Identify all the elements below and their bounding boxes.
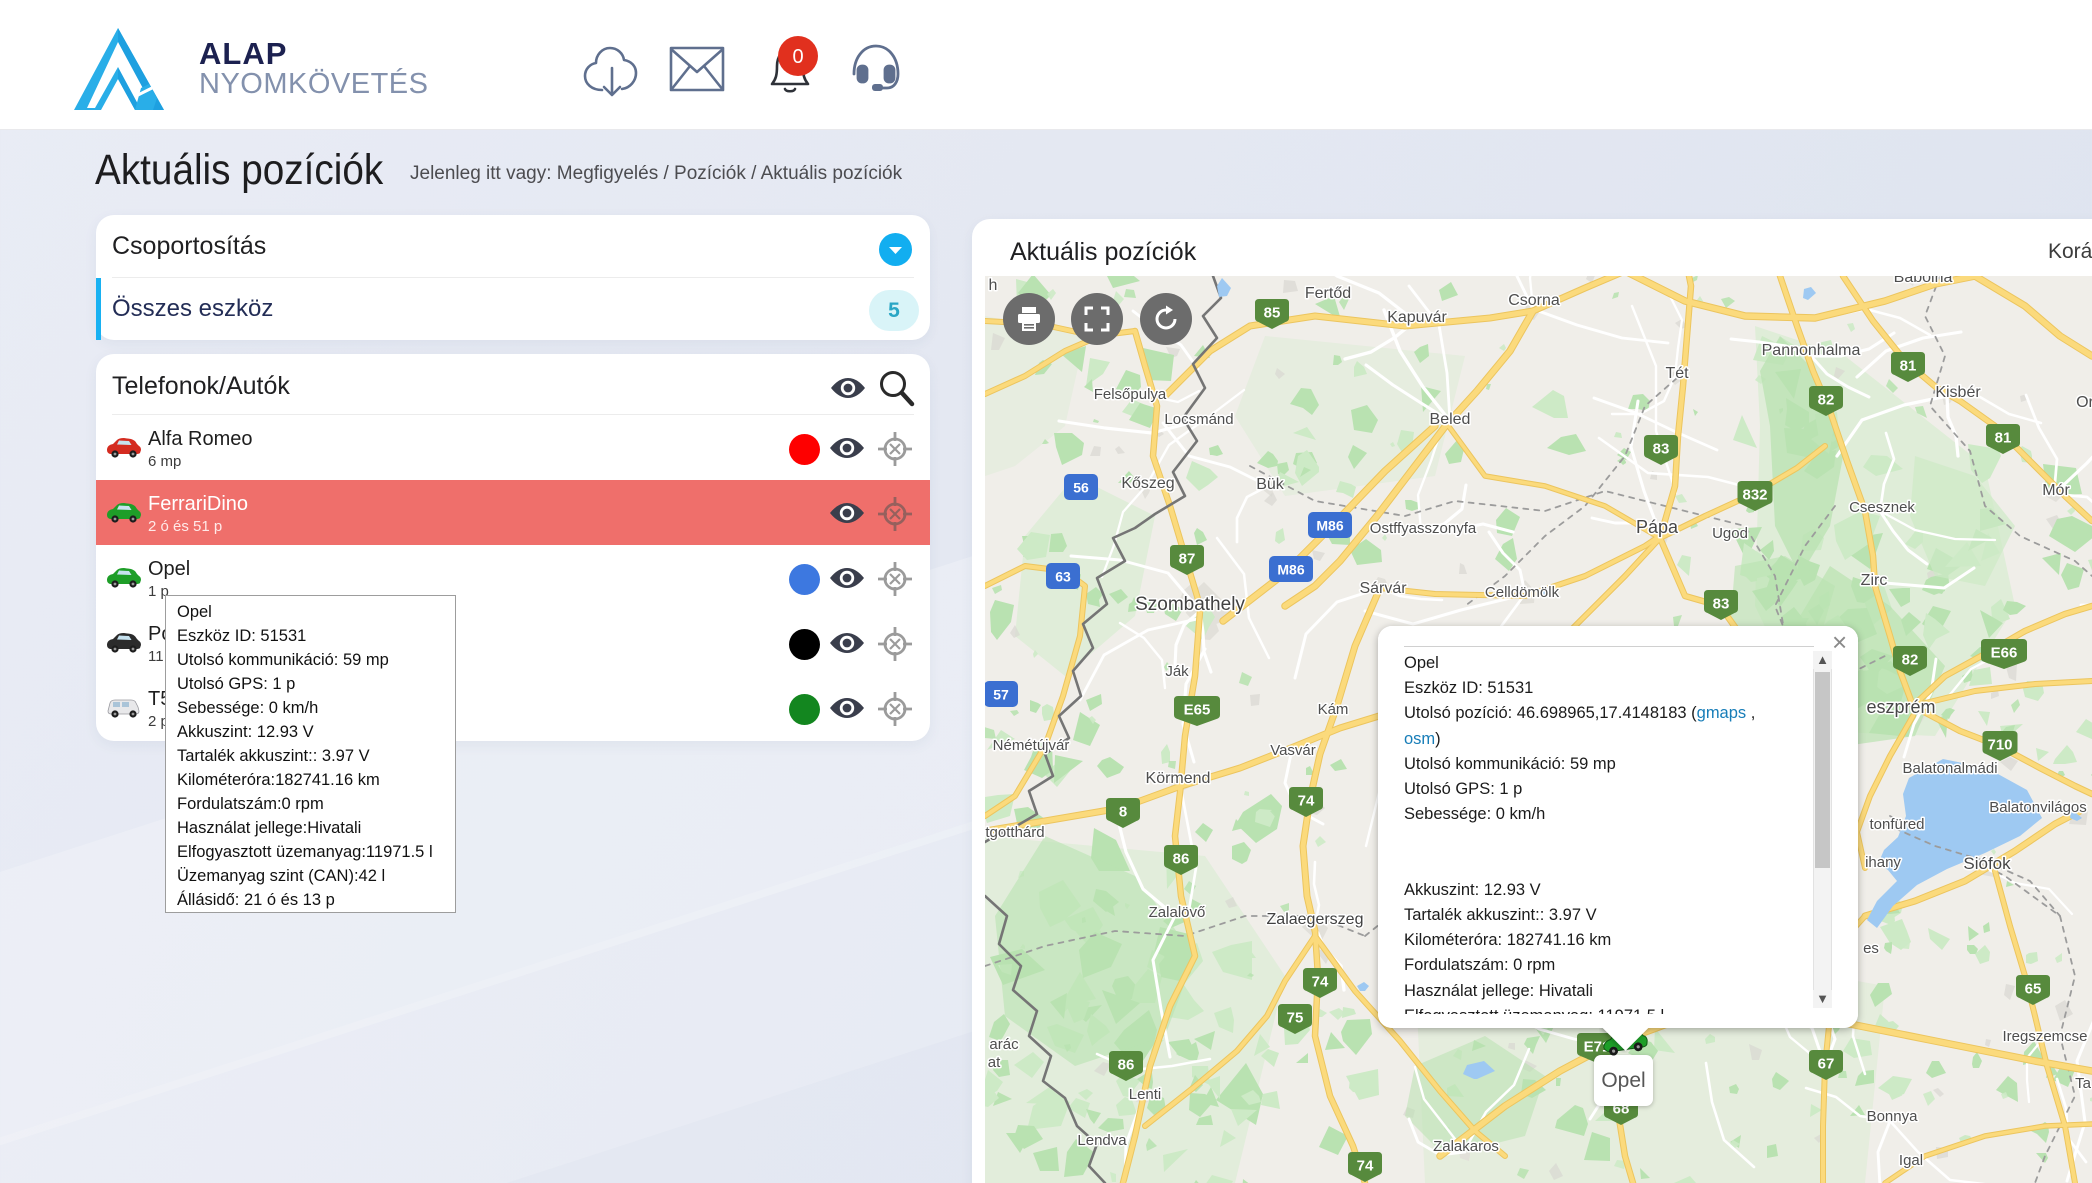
svg-text:75: 75 bbox=[1287, 1010, 1304, 1027]
svg-text:Zalakaros: Zalakaros bbox=[1433, 1138, 1499, 1155]
svg-text:ihany: ihany bbox=[1865, 854, 1901, 871]
svg-text:Celldömölk: Celldömölk bbox=[1485, 584, 1560, 601]
svg-text:at: at bbox=[988, 1054, 1001, 1071]
svg-text:83: 83 bbox=[1653, 441, 1670, 458]
svg-text:Kőszeg: Kőszeg bbox=[1121, 475, 1174, 492]
svg-text:Balatonvilágos: Balatonvilágos bbox=[1989, 799, 2087, 816]
svg-text:Sárvár: Sárvár bbox=[1359, 580, 1407, 597]
svg-text:tgotthárd: tgotthárd bbox=[985, 824, 1044, 841]
svg-text:Zirc: Zirc bbox=[1861, 572, 1888, 589]
svg-text:Igal: Igal bbox=[1899, 1152, 1923, 1169]
svg-text:Fertőd: Fertőd bbox=[1305, 285, 1351, 302]
svg-text:Bük: Bük bbox=[1256, 476, 1285, 493]
svg-text:81: 81 bbox=[1900, 358, 1917, 375]
svg-text:67: 67 bbox=[1818, 1056, 1835, 1073]
svg-text:87: 87 bbox=[1179, 551, 1196, 568]
svg-text:Or: Or bbox=[2076, 394, 2092, 411]
svg-text:86: 86 bbox=[1173, 851, 1190, 868]
svg-text:Mór: Mór bbox=[2042, 482, 2070, 499]
svg-text:Némétújvár: Némétújvár bbox=[993, 737, 1070, 754]
svg-text:E66: E66 bbox=[1991, 645, 2018, 662]
svg-text:Tét: Tét bbox=[1665, 365, 1689, 382]
svg-text:Bábolna: Bábolna bbox=[1894, 276, 1953, 286]
svg-text:Bonnya: Bonnya bbox=[1867, 1108, 1919, 1125]
svg-text:Kisbér: Kisbér bbox=[1935, 384, 1981, 401]
svg-text:Zalaegerszeg: Zalaegerszeg bbox=[1267, 911, 1364, 928]
svg-text:Vasvár: Vasvár bbox=[1270, 742, 1316, 759]
svg-text:710: 710 bbox=[1987, 737, 2012, 754]
svg-text:Lenti: Lenti bbox=[1129, 1086, 1162, 1103]
svg-text:82: 82 bbox=[1818, 392, 1835, 409]
svg-text:M86: M86 bbox=[1316, 518, 1343, 534]
svg-text:65: 65 bbox=[2025, 981, 2042, 998]
svg-text:es: es bbox=[1863, 940, 1879, 957]
svg-text:Felsőpulya: Felsőpulya bbox=[1094, 386, 1167, 403]
svg-text:Balatonalmádi: Balatonalmádi bbox=[1902, 760, 1997, 777]
svg-text:Ják: Ják bbox=[1165, 663, 1189, 680]
svg-text:Körmend: Körmend bbox=[1146, 770, 1211, 787]
svg-text:8: 8 bbox=[1119, 804, 1127, 821]
svg-text:74: 74 bbox=[1312, 974, 1329, 991]
svg-text:Siófok: Siófok bbox=[1963, 854, 2011, 873]
svg-text:Kapuvár: Kapuvár bbox=[1387, 309, 1447, 326]
svg-text:Beled: Beled bbox=[1430, 411, 1471, 428]
svg-text:Iregszemcse: Iregszemcse bbox=[2002, 1028, 2087, 1045]
svg-text:tonfüred: tonfüred bbox=[1869, 816, 1924, 833]
svg-text:82: 82 bbox=[1902, 652, 1919, 669]
svg-text:Zalalövő: Zalalövő bbox=[1149, 904, 1206, 921]
svg-text:Szombathely: Szombathely bbox=[1135, 594, 1245, 615]
svg-text:eszprém: eszprém bbox=[1866, 697, 1935, 717]
svg-text:83: 83 bbox=[1713, 596, 1730, 613]
svg-text:Csorna: Csorna bbox=[1508, 292, 1560, 309]
svg-text:arác: arác bbox=[989, 1036, 1019, 1053]
svg-text:0: 0 bbox=[792, 46, 803, 68]
svg-text:Locsmánd: Locsmánd bbox=[1164, 411, 1233, 428]
svg-text:74: 74 bbox=[1357, 1158, 1374, 1175]
svg-text:Pannonhalma: Pannonhalma bbox=[1762, 342, 1861, 359]
svg-text:86: 86 bbox=[1118, 1057, 1135, 1074]
svg-text:Kám: Kám bbox=[1318, 701, 1349, 718]
svg-text:Pápa: Pápa bbox=[1636, 517, 1679, 537]
svg-text:832: 832 bbox=[1742, 487, 1767, 504]
svg-text:56: 56 bbox=[1073, 480, 1089, 496]
svg-text:Ugod: Ugod bbox=[1712, 525, 1748, 542]
svg-text:M86: M86 bbox=[1277, 562, 1304, 578]
svg-text:h: h bbox=[989, 277, 998, 294]
svg-text:85: 85 bbox=[1264, 305, 1281, 322]
svg-text:74: 74 bbox=[1298, 793, 1315, 810]
svg-text:81: 81 bbox=[1995, 430, 2012, 447]
svg-text:Lendva: Lendva bbox=[1077, 1132, 1127, 1149]
svg-text:E65: E65 bbox=[1184, 702, 1211, 719]
svg-text:57: 57 bbox=[993, 687, 1009, 703]
svg-text:Csesznek: Csesznek bbox=[1849, 499, 1915, 516]
svg-text:Ostffyasszonyfa: Ostffyasszonyfa bbox=[1370, 520, 1477, 537]
svg-text:Ta: Ta bbox=[2075, 1075, 2092, 1092]
svg-text:63: 63 bbox=[1055, 569, 1071, 585]
